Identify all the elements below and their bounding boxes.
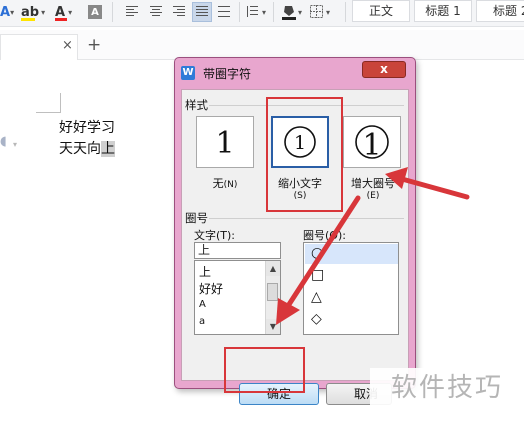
arrow-to-ok-button	[276, 195, 361, 325]
annotation-arrows	[276, 167, 470, 325]
arrow-to-style-option	[385, 167, 470, 200]
watermark-text: 软件技巧	[370, 368, 524, 429]
